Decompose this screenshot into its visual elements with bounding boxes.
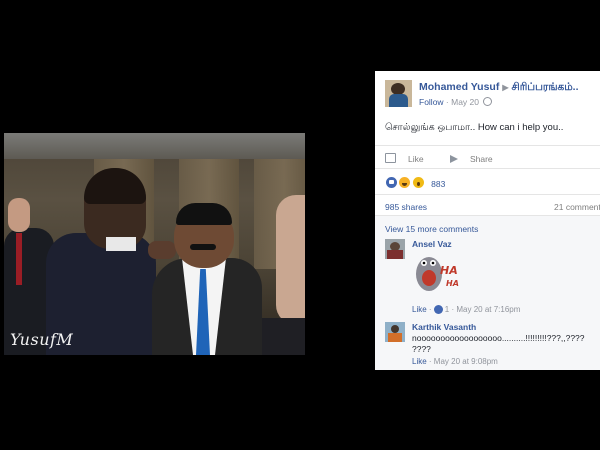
reactions-summary[interactable]: 883 [385,176,445,190]
author-name[interactable]: Mohamed Yusuf [419,81,499,93]
share-button[interactable]: Share [449,154,505,164]
share-label: Share [469,154,493,164]
like-label: Like [408,154,424,164]
person-center-collar [106,237,136,251]
haha-sticker: HA HA [416,257,459,291]
divider [375,145,600,146]
post-date[interactable]: May 20 [451,97,479,107]
page-name[interactable]: சிரிப்பரங்கம்.. [511,81,578,93]
comments-count[interactable]: 21 comment [554,202,600,212]
sticker-mouth [422,270,436,286]
commenter-name[interactable]: Karthik Vasanth [412,322,476,332]
photo-ceiling [4,133,305,159]
follow-link[interactable]: Follow [419,97,444,107]
comment-text: noooooooooooooooooo..........!!!!!!!!!??… [412,333,585,343]
commenter-avatar[interactable] [385,322,405,342]
comment-time[interactable]: May 20 at 9:08pm [434,357,498,366]
globe-icon [483,97,493,106]
haha-reaction-icon [398,176,412,189]
comment-meta: Like · May 20 at 9:08pm [412,357,498,366]
divider [375,194,600,195]
divider [375,168,600,169]
person-right-hair [176,203,232,225]
photo-watermark: YusufM [10,330,74,349]
sticker-text: HA [440,264,458,277]
sticker-text: HA [446,279,459,288]
post-meta: Follow · May 20 [419,97,493,107]
person-left-tie [16,233,22,285]
commenter-avatar[interactable] [385,239,405,259]
avatar-body [389,94,408,107]
comment-like-link[interactable]: Like [412,357,427,366]
person-edge-suit [262,318,305,355]
person-edge [276,195,305,325]
comment-text-continued: ???? [412,344,431,354]
share-arrow-icon [449,155,458,163]
hand [148,241,176,259]
comment-like-count[interactable]: 1 [445,305,449,314]
comment-meta: Like · 1 · May 20 at 7:16pm [412,305,521,314]
sticker-pupil [431,261,435,265]
wow-reaction-icon [411,176,425,189]
facebook-post-card: Mohamed Yusuf ▶ சிரிப்பரங்கம்.. Follow · M… [375,71,600,370]
divider [375,215,600,216]
person-right-mustache [190,244,216,250]
shares-row: 985 shares 21 comment [385,202,600,212]
sticker-pupil [422,261,426,265]
view-more-comments[interactable]: View 15 more comments [385,224,478,234]
like-button[interactable]: Like [385,153,436,164]
post-header: Mohamed Yusuf ▶ சிரிப்பரங்கம்.. Follow · M… [385,80,600,112]
author-line: Mohamed Yusuf ▶ சிரிப்பரங்கம்.. [419,81,579,94]
thumbs-up-icon [433,305,443,314]
comments-section [375,215,600,370]
post-text: சொல்லுங்க ஒபாமா.. How can i help you.. [385,122,564,133]
triangle-right-icon: ▶ [502,83,509,92]
author-avatar[interactable] [385,80,412,107]
post-actions: Like Share [385,153,517,164]
comment-like-link[interactable]: Like [412,305,427,314]
person-left-face [8,198,30,232]
thumbs-up-icon [385,153,396,163]
comment-time[interactable]: May 20 at 7:16pm [456,305,520,314]
shares-count[interactable]: 985 shares [385,202,427,212]
like-reaction-icon [385,176,398,189]
news-photo: YusufM [4,133,305,355]
reaction-count: 883 [431,179,446,189]
commenter-name[interactable]: Ansel Vaz [412,239,452,249]
